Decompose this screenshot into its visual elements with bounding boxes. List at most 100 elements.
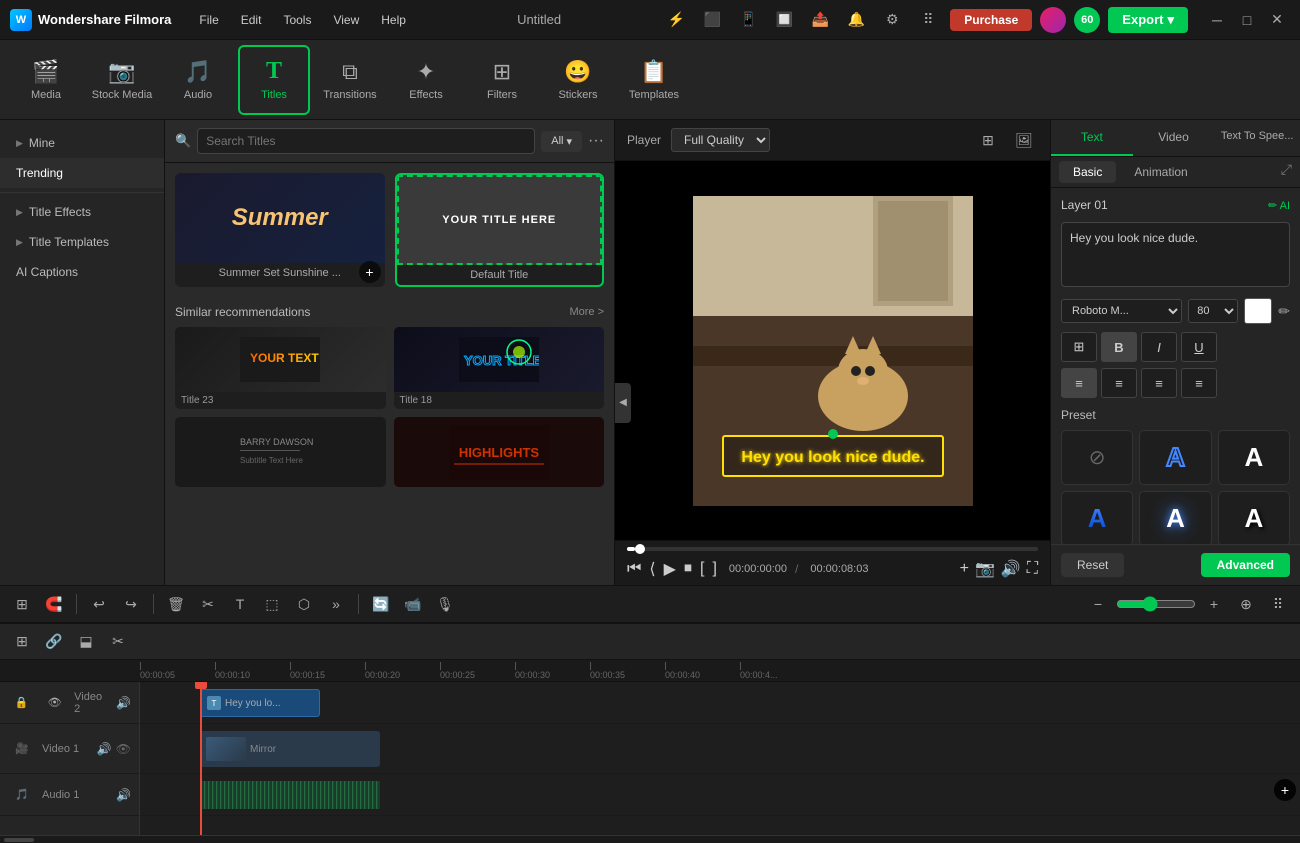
menu-view[interactable]: View [323,9,369,31]
tl-icon-2[interactable]: 🔗 [40,628,68,656]
redo-icon[interactable]: ↪ [117,590,145,618]
mark-in-button[interactable]: [ [700,560,704,578]
italic-button[interactable]: I [1141,332,1177,362]
menu-help[interactable]: Help [371,9,416,31]
sidebar-item-mine[interactable]: ▶ Mine [0,128,164,158]
tool-effects[interactable]: ✦ Effects [390,45,462,115]
export-button[interactable]: Export ▾ [1108,7,1188,33]
tool-transitions[interactable]: ⧉ Transitions [314,45,386,115]
scrollbar-thumb[interactable] [4,838,34,842]
tl-scissors-icon[interactable]: ✂ [104,628,132,656]
tool-filters[interactable]: ⊞ Filters [466,45,538,115]
summer-add-icon[interactable]: + [359,261,381,283]
zoom-out-icon[interactable]: − [1084,590,1112,618]
align-columns-button[interactable]: ⊞ [1061,332,1097,362]
camera-icon[interactable]: 📹 [399,590,427,618]
audio-track-icon[interactable]: 🎵 [8,781,36,809]
mark-out-button[interactable]: ] [712,560,716,578]
add-track-icon[interactable]: ⊕ [1232,590,1260,618]
sidebar-item-ai-captions[interactable]: AI Captions [0,257,164,287]
font-size-select[interactable]: 80 [1188,299,1238,323]
loop-icon[interactable]: 🔄 [367,590,395,618]
purchase-button[interactable]: Purchase [950,9,1032,31]
profile-avatar[interactable] [1040,7,1066,33]
grid-view-icon[interactable]: ⊞ [974,126,1002,154]
search-input[interactable] [197,128,535,154]
bold-button[interactable]: B [1101,332,1137,362]
screenshot-icon[interactable]: 🖼 [1010,126,1038,154]
sidebar-item-title-effects[interactable]: ▶ Title Effects [0,197,164,227]
icon-btn-1[interactable]: ⚡ [662,6,690,34]
align-justify-button[interactable]: ≡ [1181,368,1217,398]
preset-outline[interactable]: A [1139,430,1211,485]
cut-icon[interactable]: ✂ [194,590,222,618]
undo-icon[interactable]: ↩ [85,590,113,618]
step-back-button[interactable]: ⟨ [649,559,655,579]
magnetic-snap-icon[interactable]: 🧲 [40,590,68,618]
all-filter-button[interactable]: All ▾ [541,131,582,152]
export-dropdown-icon[interactable]: ▾ [1167,12,1174,28]
align-left-button[interactable]: ≡ [1061,368,1097,398]
text-content-field[interactable]: Hey you look nice dude. [1061,222,1290,287]
expand-icon[interactable]: ⤢ [1281,161,1292,183]
video-clip[interactable]: Mirror [200,731,380,767]
icon-btn-5[interactable]: 📤 [806,6,834,34]
tool-audio[interactable]: 🎵 Audio [162,45,234,115]
stop-button[interactable]: ⏹ [684,560,692,578]
snapshot-button[interactable]: 📷 [975,559,995,579]
advanced-button[interactable]: Advanced [1201,553,1290,577]
align-right-button[interactable]: ≡ [1141,368,1177,398]
subtab-animation[interactable]: Animation [1120,161,1201,183]
preset-blue-gradient[interactable]: A [1061,491,1133,544]
preset-none[interactable]: ⊘ [1061,430,1133,485]
color-icon[interactable]: ⬡ [290,590,318,618]
more-options-button[interactable]: ··· [588,132,604,150]
menu-tools[interactable]: Tools [273,9,321,31]
sim-card-title18[interactable]: YOUR TITLE Title 18 [394,327,605,409]
icon-btn-4[interactable]: 🔲 [770,6,798,34]
tab-text[interactable]: Text [1051,120,1133,156]
font-select[interactable]: Roboto M... [1061,299,1182,323]
sidebar-item-trending[interactable]: Trending [0,158,164,188]
tab-video[interactable]: Video [1133,120,1215,156]
icon-btn-7[interactable]: ⚙ [878,6,906,34]
title-card-summer[interactable]: Summer + Summer Set Sunshine ... [175,173,385,287]
more-card-simple[interactable]: BARRY DAWSON Subtitle Text Here + [175,417,386,487]
delete-icon[interactable]: 🗑 [162,590,190,618]
tool-stock-media[interactable]: 📷 Stock Media [86,45,158,115]
crop-icon[interactable]: ⬚ [258,590,286,618]
track1-eye-icon[interactable]: 👁 [116,742,131,756]
more-effects-icon[interactable]: » [322,590,350,618]
menu-file[interactable]: File [189,9,228,31]
ai-badge[interactable]: ✏ AI [1268,199,1290,212]
zoom-slider[interactable] [1116,596,1196,612]
progress-handle[interactable] [635,544,645,554]
skip-back-button[interactable]: ⏮ [627,560,641,578]
align-center-button[interactable]: ≡ [1101,368,1137,398]
tab-text-to-speech[interactable]: Text To Spee... [1214,120,1300,156]
more-card-highlights[interactable]: HIGHLIGHTS + [394,417,605,487]
text-color-box[interactable] [1244,298,1272,324]
minimize-button[interactable]: ─ [1204,7,1230,33]
more-link[interactable]: More > [569,306,604,318]
color-picker-icon[interactable]: ✏ [1278,303,1290,320]
volume-button[interactable]: 🔊 [1001,559,1021,579]
preset-glow[interactable]: A [1139,491,1211,544]
tool-stickers[interactable]: 😀 Stickers [542,45,614,115]
progress-bar[interactable] [627,547,1038,551]
voiceover-icon[interactable]: 🎙 [431,590,459,618]
subtab-basic[interactable]: Basic [1059,161,1116,183]
text-clip[interactable]: T Hey you lo... [200,689,320,717]
maximize-button[interactable]: □ [1234,7,1260,33]
sidebar-item-title-templates[interactable]: ▶ Title Templates [0,227,164,257]
preset-dark[interactable]: A [1218,491,1290,544]
audio-mute-icon[interactable]: 🔊 [116,788,131,802]
icon-btn-6[interactable]: 🔔 [842,6,870,34]
close-button[interactable]: ✕ [1264,7,1290,33]
track-layout-icon[interactable]: ⊞ [8,590,36,618]
quality-select[interactable]: Full Quality [671,128,770,152]
tl-icon-1[interactable]: ⊞ [8,628,36,656]
tool-titles[interactable]: T Titles [238,45,310,115]
icon-btn-8[interactable]: ⠿ [914,6,942,34]
track1-mute-icon[interactable]: 🔊 [97,742,112,756]
